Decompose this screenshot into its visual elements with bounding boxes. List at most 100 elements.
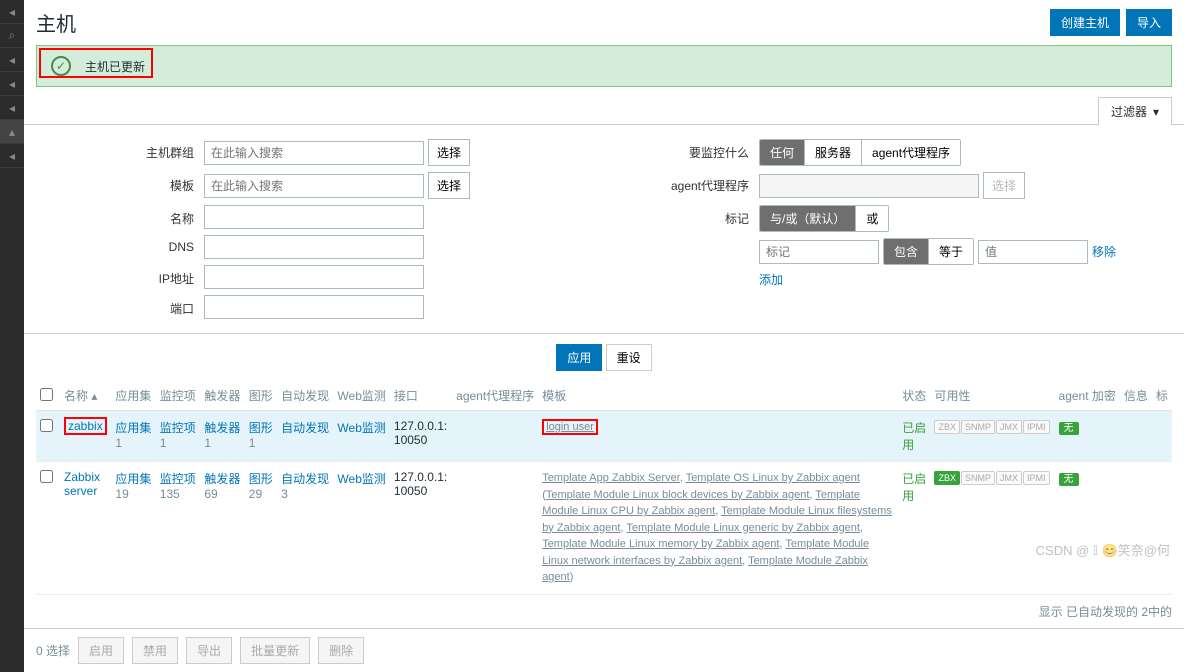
- reset-button[interactable]: 重设: [606, 344, 652, 371]
- template-input[interactable]: [204, 174, 424, 198]
- monitor-segment: 任何 服务器 agent代理程序: [759, 139, 961, 166]
- col-triggers: 触发器: [200, 381, 244, 411]
- label-ip: IP地址: [64, 265, 204, 287]
- label-template: 模板: [64, 172, 204, 194]
- discovery-link[interactable]: 自动发现 3: [281, 472, 329, 501]
- tag-remove-link[interactable]: 移除: [1092, 243, 1116, 260]
- web-link[interactable]: Web监测: [337, 472, 385, 486]
- discovery-link[interactable]: 自动发现: [281, 421, 329, 435]
- export-button: 导出: [186, 637, 232, 664]
- interface-cell: 127.0.0.1: 10050: [390, 411, 452, 462]
- row-checkbox[interactable]: [40, 470, 53, 483]
- encryption-badge: 无: [1059, 422, 1079, 435]
- watermark: CSDN @ 𝕀 😊笑奈@何: [1036, 540, 1170, 559]
- web-link[interactable]: Web监测: [337, 421, 385, 435]
- col-proxy: agent代理程序: [452, 381, 538, 411]
- items-link[interactable]: 监控项 1: [160, 421, 196, 450]
- tag-add-link[interactable]: 添加: [759, 271, 783, 288]
- filter-tab-row: 过滤器 ▾: [24, 97, 1184, 125]
- apply-button[interactable]: 应用: [556, 344, 602, 371]
- left-sidebar: ◂ ⌕ ◂ ◂ ◂ ▴ ◂: [0, 0, 24, 672]
- banner-message: 主机已更新: [85, 58, 145, 75]
- sidebar-search-icon[interactable]: ⌕: [0, 24, 24, 48]
- triggers-link[interactable]: 触发器 1: [204, 421, 240, 450]
- sidebar-icon[interactable]: ◂: [0, 96, 24, 120]
- check-icon: ✓: [51, 56, 71, 76]
- label-dns: DNS: [64, 235, 204, 254]
- apps-link[interactable]: 应用集 1: [115, 421, 151, 450]
- create-host-button[interactable]: 创建主机: [1050, 9, 1120, 36]
- host-name-link[interactable]: Zabbix server: [64, 470, 100, 498]
- main-content: 主机 创建主机 导入 ✓ 主机已更新 过滤器 ▾ 主机群组 选择 模板: [24, 0, 1184, 672]
- col-apps: 应用集: [111, 381, 155, 411]
- label-name: 名称: [64, 205, 204, 227]
- template-select-button[interactable]: 选择: [428, 172, 470, 199]
- tag-andor-button[interactable]: 与/或（默认）: [760, 206, 856, 231]
- hostgroup-input[interactable]: [204, 141, 424, 165]
- proxy-select-button: 选择: [983, 172, 1025, 199]
- equals-button[interactable]: 等于: [929, 239, 973, 264]
- col-templates: 模板: [538, 381, 898, 411]
- sidebar-icon[interactable]: ◂: [0, 48, 24, 72]
- contains-button[interactable]: 包含: [884, 239, 929, 264]
- sidebar-icon[interactable]: ◂: [0, 0, 24, 24]
- label-proxy: agent代理程序: [619, 172, 759, 194]
- col-interface: 接口: [390, 381, 452, 411]
- col-availability: 可用性: [930, 381, 1054, 411]
- template-link[interactable]: Template Module Linux block devices by Z…: [546, 489, 810, 501]
- label-hostgroup: 主机群组: [64, 139, 204, 161]
- tag-value-input[interactable]: [978, 240, 1088, 264]
- availability-badges: ZBXSNMPJMXIPMI: [934, 420, 1050, 434]
- name-input[interactable]: [204, 205, 424, 229]
- page-title: 主机: [36, 8, 76, 37]
- delete-button: 删除: [318, 637, 364, 664]
- row-checkbox[interactable]: [40, 419, 53, 432]
- col-name[interactable]: 名称 ▴: [64, 389, 97, 403]
- col-status[interactable]: 状态: [902, 389, 926, 403]
- templates-cell: Template App Zabbix Server, Template OS …: [538, 462, 898, 595]
- col-encryption: agent 加密: [1055, 381, 1120, 411]
- status-link[interactable]: 已启用: [902, 421, 926, 452]
- dns-input[interactable]: [204, 235, 424, 259]
- port-input[interactable]: [204, 295, 424, 319]
- col-web: Web监测: [333, 381, 389, 411]
- label-monitor: 要监控什么: [619, 139, 759, 161]
- template-link[interactable]: Template OS Linux by Zabbix agent: [686, 472, 860, 484]
- col-tag: 标: [1152, 381, 1172, 411]
- proxy-input: [759, 174, 979, 198]
- tag-or-button[interactable]: 或: [856, 206, 888, 231]
- hostgroup-select-button[interactable]: 选择: [428, 139, 470, 166]
- graphs-link[interactable]: 图形 1: [249, 421, 273, 450]
- tag-mode-segment: 与/或（默认） 或: [759, 205, 889, 232]
- col-items: 监控项: [156, 381, 201, 411]
- status-link[interactable]: 已启用: [902, 472, 926, 503]
- bottom-actions: 0 选择 启用 禁用 导出 批量更新 删除: [24, 628, 1184, 672]
- triggers-link[interactable]: 触发器 69: [204, 472, 240, 501]
- filter-tab[interactable]: 过滤器 ▾: [1098, 97, 1172, 125]
- host-name-link[interactable]: zabbix: [64, 417, 107, 435]
- monitor-server-button[interactable]: 服务器: [805, 140, 862, 165]
- filter-chevron-icon: ▾: [1153, 105, 1159, 119]
- ip-input[interactable]: [204, 265, 424, 289]
- sidebar-icon[interactable]: ◂: [0, 144, 24, 168]
- import-button[interactable]: 导入: [1126, 9, 1172, 36]
- tag-name-input[interactable]: [759, 240, 879, 264]
- sidebar-icon[interactable]: ▴: [0, 120, 24, 144]
- page-header: 主机 创建主机 导入: [24, 0, 1184, 41]
- template-link[interactable]: Template Module Linux generic by Zabbix …: [626, 522, 860, 534]
- col-discovery: 自动发现: [277, 381, 333, 411]
- items-link[interactable]: 监控项 135: [160, 472, 196, 501]
- monitor-proxy-button[interactable]: agent代理程序: [862, 140, 960, 165]
- sidebar-icon[interactable]: ◂: [0, 72, 24, 96]
- graphs-link[interactable]: 图形 29: [249, 472, 273, 501]
- select-all-checkbox[interactable]: [40, 388, 53, 401]
- label-port: 端口: [64, 295, 204, 317]
- template-link[interactable]: Template App Zabbix Server: [542, 472, 680, 484]
- monitor-any-button[interactable]: 任何: [760, 140, 805, 165]
- apps-link[interactable]: 应用集 19: [115, 472, 151, 501]
- template-link[interactable]: Template Module Linux memory by Zabbix a…: [542, 538, 779, 550]
- host-table: 名称 ▴ 应用集 监控项 触发器 图形 自动发现 Web监测 接口 agent代…: [36, 381, 1172, 595]
- template-link[interactable]: login user: [542, 419, 598, 435]
- col-graphs: 图形: [245, 381, 277, 411]
- host-table-wrap: 名称 ▴ 应用集 监控项 触发器 图形 自动发现 Web监测 接口 agent代…: [24, 381, 1184, 595]
